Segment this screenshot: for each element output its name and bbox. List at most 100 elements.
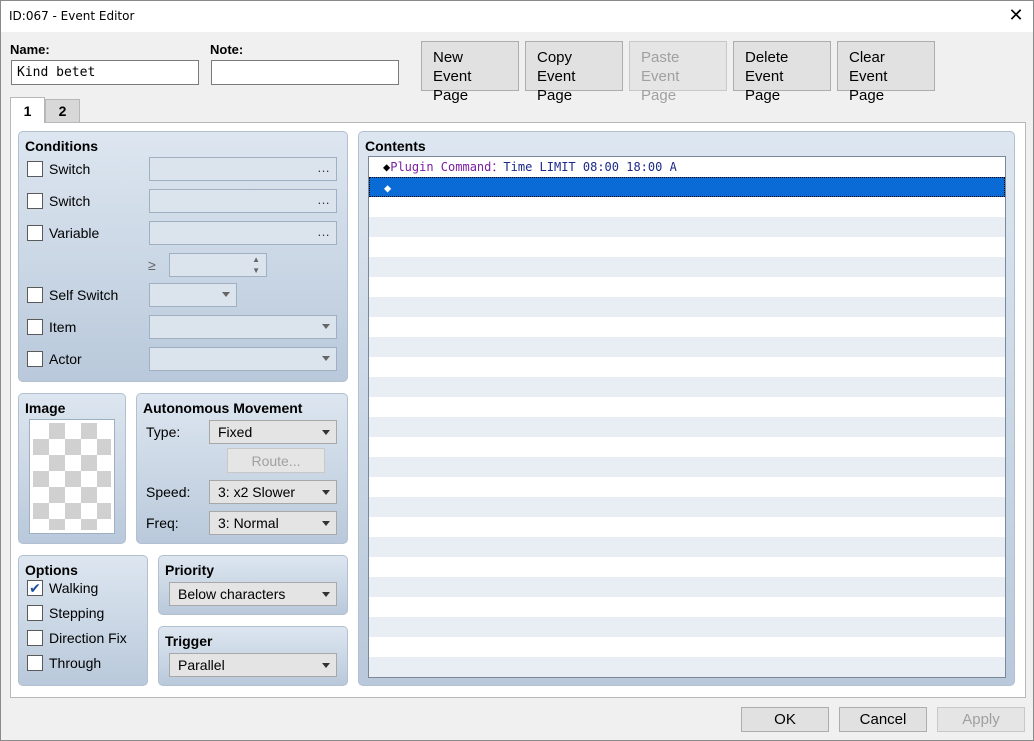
- empty-row[interactable]: [369, 637, 1005, 657]
- variable-value-spinner[interactable]: ▲ ▼: [169, 253, 267, 277]
- movement-freq-select[interactable]: 3: Normal: [209, 511, 337, 535]
- empty-row[interactable]: [369, 457, 1005, 477]
- empty-row[interactable]: [369, 357, 1005, 377]
- spin-down-icon[interactable]: ▼: [252, 266, 260, 275]
- cancel-button[interactable]: Cancel: [839, 707, 927, 732]
- command-list[interactable]: ◆Plugin Command：Time LIMIT 08:00 18:00 A…: [368, 156, 1006, 678]
- movement-type-select[interactable]: Fixed: [209, 420, 337, 444]
- copy-button-line2: Event Page: [537, 68, 576, 104]
- apply-button[interactable]: Apply: [937, 707, 1025, 732]
- checkbox-box: [27, 287, 43, 303]
- name-field[interactable]: Kind betet: [11, 60, 199, 85]
- variable-label: Variable: [49, 225, 100, 241]
- priority-select[interactable]: Below characters: [169, 582, 337, 606]
- gte-symbol: ≥: [148, 257, 156, 273]
- copy-button-line1: Copy: [537, 49, 573, 66]
- empty-row[interactable]: [369, 317, 1005, 337]
- command-args: Time LIMIT 08:00 18:00 A: [503, 160, 677, 174]
- command-row-selected[interactable]: ◆: [369, 177, 1005, 197]
- command-separator: ：: [491, 160, 504, 174]
- empty-row[interactable]: [369, 197, 1005, 217]
- note-field[interactable]: [211, 60, 399, 85]
- new-event-page-button[interactable]: New Event Page: [421, 41, 519, 104]
- checkbox-box: [27, 605, 43, 621]
- empty-row[interactable]: [369, 517, 1005, 537]
- checkbox-box: [27, 351, 43, 367]
- empty-row[interactable]: [369, 237, 1005, 257]
- self-switch-label: Self Switch: [49, 287, 119, 303]
- empty-row[interactable]: [369, 597, 1005, 617]
- movement-speed-select[interactable]: 3: x2 Slower: [209, 480, 337, 504]
- trigger-value: Parallel: [178, 657, 225, 673]
- stepping-label: Stepping: [49, 605, 105, 621]
- empty-row[interactable]: [369, 337, 1005, 357]
- chevron-down-icon: [322, 430, 330, 435]
- empty-row[interactable]: [369, 377, 1005, 397]
- item-select[interactable]: [149, 315, 337, 339]
- empty-row[interactable]: [369, 497, 1005, 517]
- ok-button[interactable]: OK: [741, 707, 829, 732]
- actor-label: Actor: [49, 351, 82, 367]
- name-label: Name:: [10, 42, 50, 57]
- paste-button-line2: Event Page: [641, 68, 680, 104]
- stepping-checkbox[interactable]: Stepping: [27, 605, 104, 621]
- close-icon[interactable]: ✕: [1007, 6, 1025, 24]
- actor-select[interactable]: [149, 347, 337, 371]
- empty-row[interactable]: [369, 657, 1005, 677]
- self-switch-checkbox[interactable]: Self Switch: [27, 287, 118, 303]
- note-label: Note:: [210, 42, 244, 57]
- tab-page-2[interactable]: 2: [45, 99, 80, 122]
- event-image-preview[interactable]: [29, 419, 115, 534]
- conditions-title: Conditions: [25, 138, 99, 154]
- delete-button-line1: Delete: [745, 49, 789, 66]
- empty-row[interactable]: [369, 257, 1005, 277]
- switch1-checkbox[interactable]: Switch: [27, 161, 90, 177]
- spin-up-icon[interactable]: ▲: [252, 255, 260, 264]
- empty-row[interactable]: [369, 557, 1005, 577]
- empty-row[interactable]: [369, 537, 1005, 557]
- chevron-down-icon: [322, 356, 330, 361]
- through-label: Through: [49, 655, 102, 671]
- self-switch-select[interactable]: [149, 283, 237, 307]
- switch1-selector[interactable]: …: [149, 157, 337, 181]
- direction-fix-checkbox[interactable]: Direction Fix: [27, 630, 127, 646]
- empty-row[interactable]: [369, 217, 1005, 237]
- empty-row[interactable]: [369, 477, 1005, 497]
- title-bar: ID:067 - Event Editor ✕: [1, 1, 1033, 32]
- variable-checkbox[interactable]: Variable: [27, 225, 99, 241]
- transparent-checker: [33, 423, 111, 530]
- variable-selector[interactable]: …: [149, 221, 337, 245]
- checkbox-box: [27, 161, 43, 177]
- actor-checkbox[interactable]: Actor: [27, 351, 82, 367]
- empty-row[interactable]: [369, 617, 1005, 637]
- clear-button-line1: Clear: [849, 49, 885, 66]
- speed-label: Speed:: [146, 484, 191, 500]
- clear-button-line2: Event Page: [849, 68, 888, 104]
- empty-row[interactable]: [369, 297, 1005, 317]
- empty-row[interactable]: [369, 417, 1005, 437]
- switch2-checkbox[interactable]: Switch: [27, 193, 90, 209]
- empty-row[interactable]: [369, 437, 1005, 457]
- delete-event-page-button[interactable]: Delete Event Page: [733, 41, 831, 104]
- switch2-selector[interactable]: …: [149, 189, 337, 213]
- walking-checkbox[interactable]: ✔ Walking: [27, 580, 98, 596]
- paste-event-page-button[interactable]: Paste Event Page: [629, 41, 727, 104]
- trigger-select[interactable]: Parallel: [169, 653, 337, 677]
- empty-row[interactable]: [369, 397, 1005, 417]
- command-row[interactable]: ◆Plugin Command：Time LIMIT 08:00 18:00 A: [369, 157, 1005, 177]
- chevron-down-icon: [322, 324, 330, 329]
- empty-row[interactable]: [369, 577, 1005, 597]
- movement-title: Autonomous Movement: [143, 400, 303, 416]
- tab-page-1[interactable]: 1: [10, 97, 45, 123]
- chevron-down-icon: [322, 663, 330, 668]
- paste-button-line1: Paste: [641, 49, 680, 66]
- item-checkbox[interactable]: Item: [27, 319, 76, 335]
- ellipsis-icon: …: [317, 224, 330, 239]
- clear-event-page-button[interactable]: Clear Event Page: [837, 41, 935, 104]
- through-checkbox[interactable]: Through: [27, 655, 101, 671]
- route-button[interactable]: Route...: [227, 448, 325, 473]
- copy-event-page-button[interactable]: Copy Event Page: [525, 41, 623, 104]
- checkmark-icon: ✔: [27, 580, 43, 596]
- priority-title: Priority: [165, 562, 215, 578]
- empty-row[interactable]: [369, 277, 1005, 297]
